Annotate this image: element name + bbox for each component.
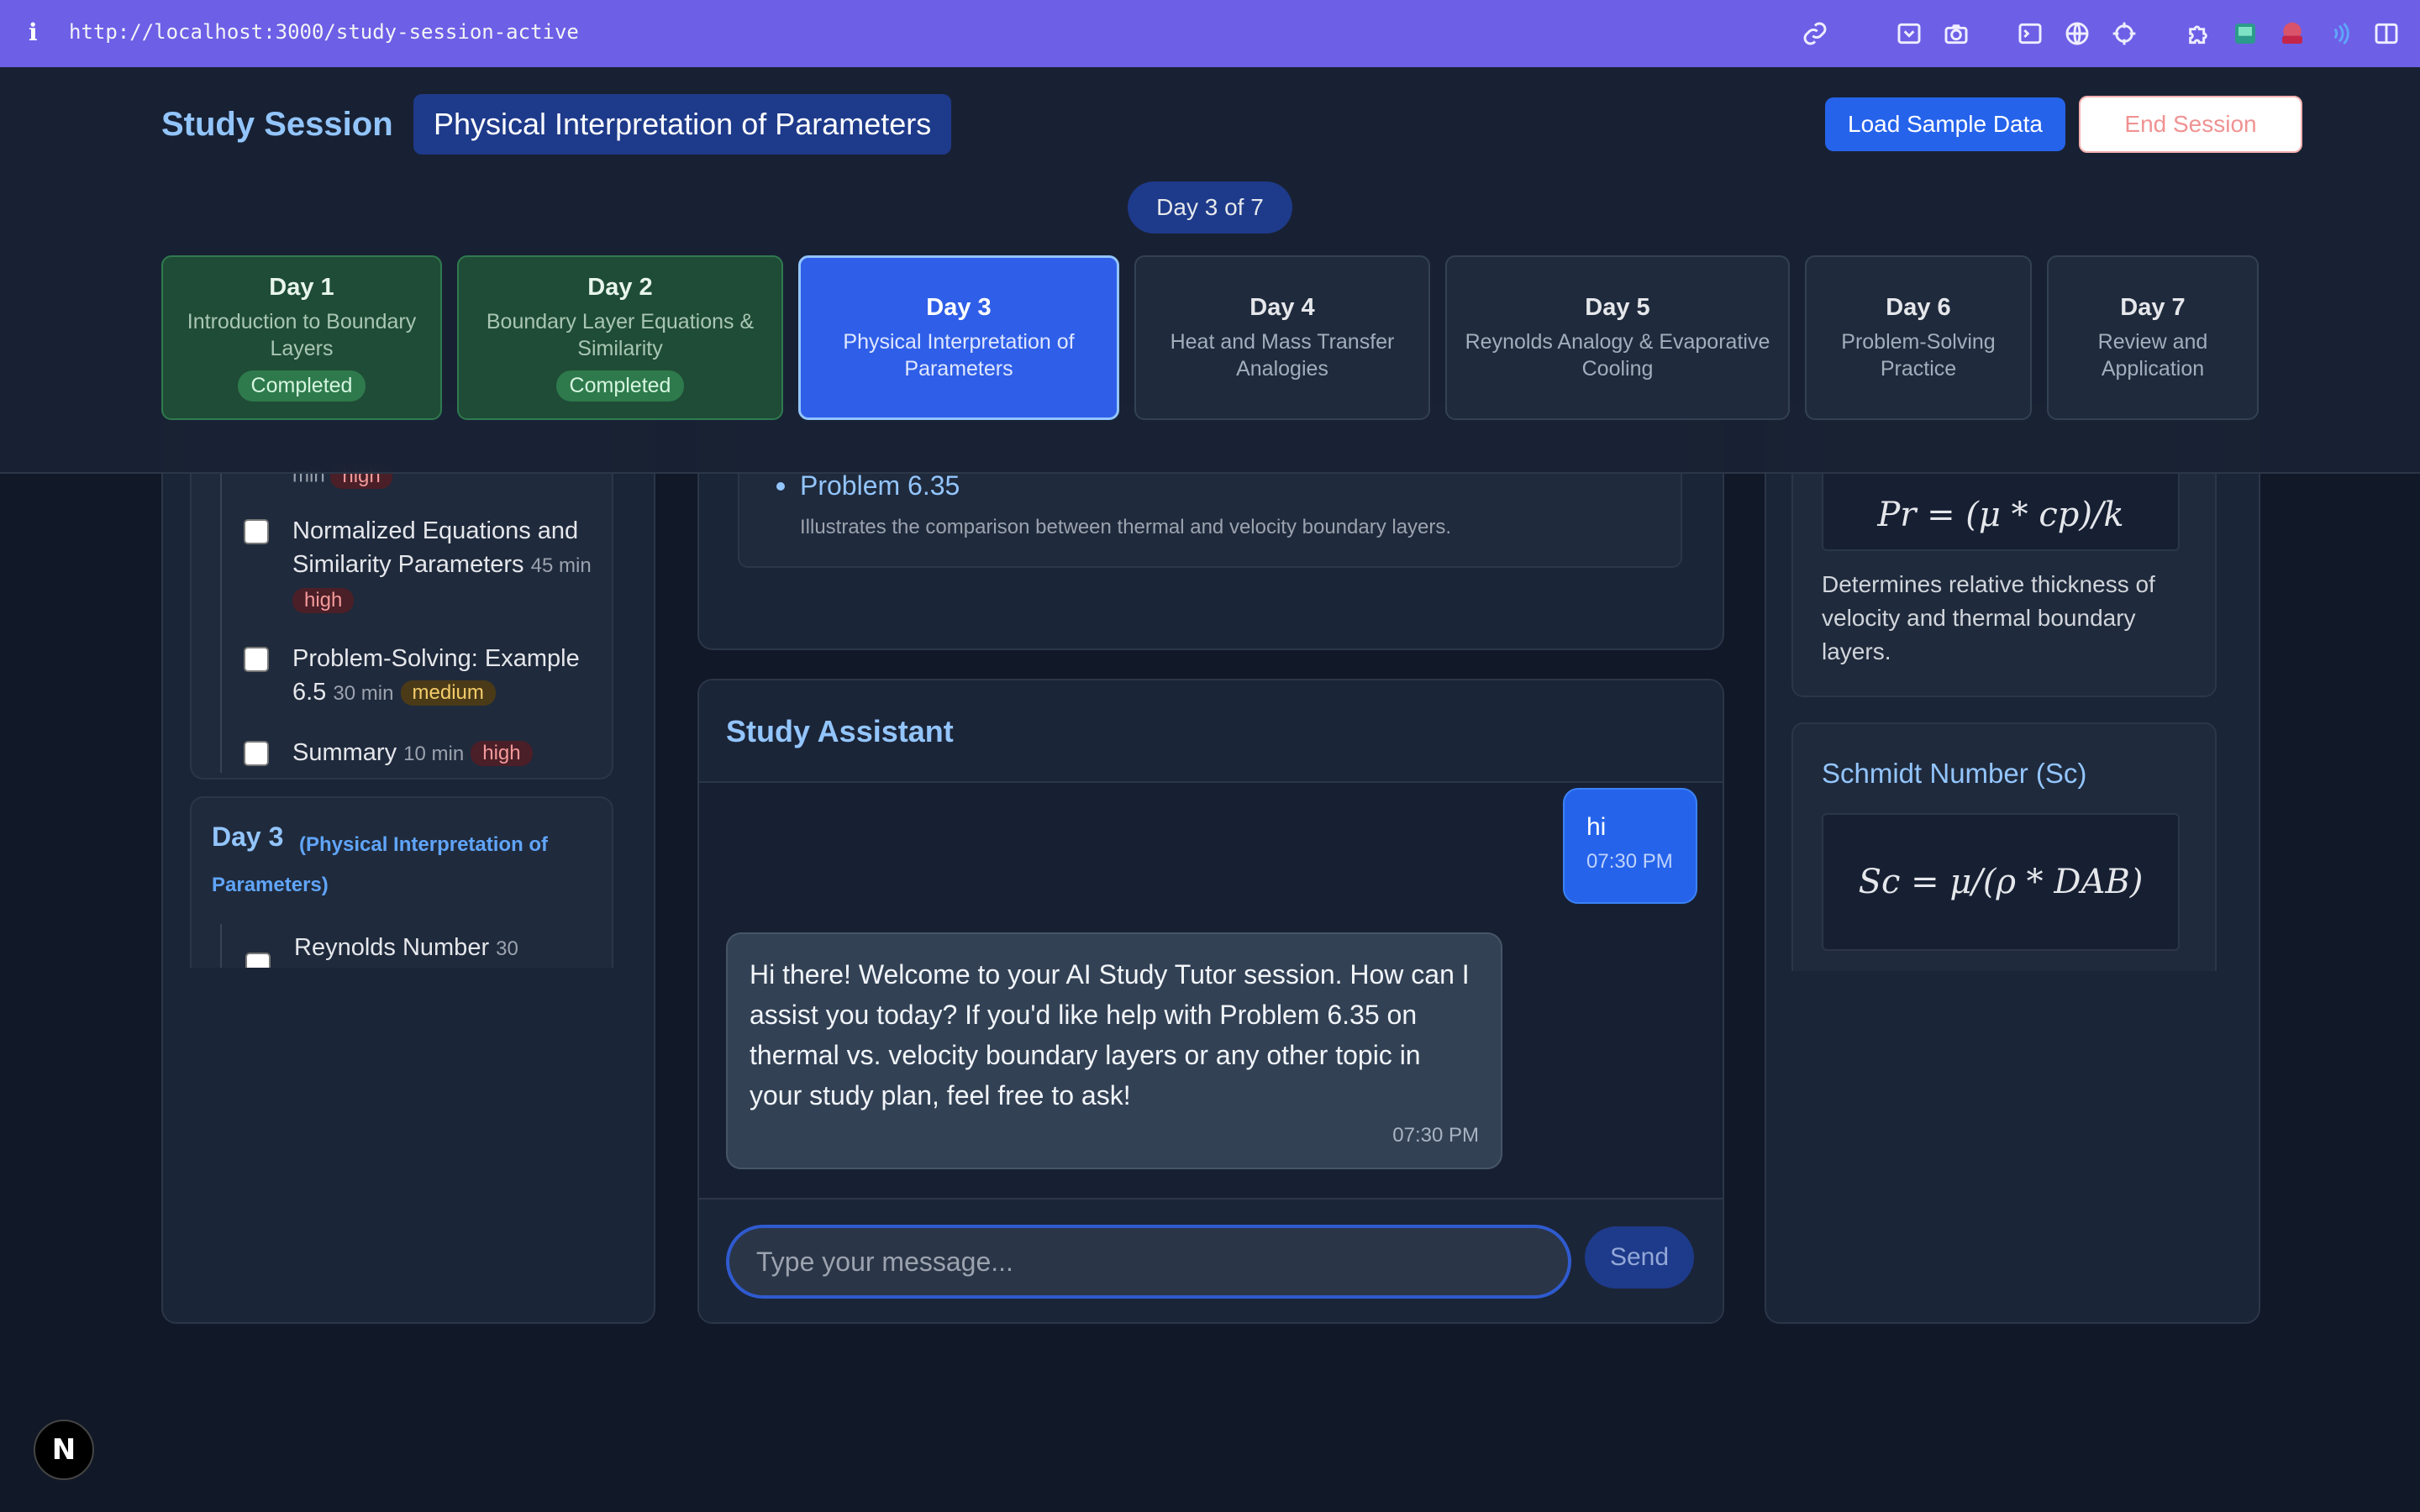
day-card-4[interactable]: Day 4 Heat and Mass Transfer Analogies xyxy=(1134,255,1430,420)
day-card-1[interactable]: Day 1 Introduction to Boundary Layers Co… xyxy=(161,255,442,420)
message-text: Hi there! Welcome to your AI Study Tutor… xyxy=(750,959,1470,1110)
day-name: Day 5 xyxy=(1585,293,1650,321)
task-duration: 30 xyxy=(496,937,518,960)
terminal-icon[interactable] xyxy=(2015,18,2045,49)
puzzle-icon[interactable] xyxy=(2183,18,2213,49)
task-item: Summary 10 min high xyxy=(244,736,533,767)
day-name: Day 4 xyxy=(1249,293,1315,321)
day-topic: Heat and Mass Transfer Analogies xyxy=(1170,329,1395,381)
task-timeline xyxy=(220,924,222,968)
day-topic: Problem-Solving Practice xyxy=(1841,329,1996,381)
camera-icon[interactable] xyxy=(1941,18,1971,49)
task-item: Reynolds Number 30 xyxy=(294,934,518,962)
browser-toolbar: i http://localhost:3000/study-session-ac… xyxy=(0,0,2420,67)
study-assistant-chat: Study Assistant hi 07:30 PM Hi there! We… xyxy=(697,679,1724,1324)
task-checkbox[interactable] xyxy=(244,519,269,544)
completed-badge: Completed xyxy=(237,370,366,402)
priority-badge: high xyxy=(292,588,355,614)
chat-input-bar: Send xyxy=(699,1198,1723,1322)
wave-icon[interactable] xyxy=(2324,18,2354,49)
chat-header: Study Assistant xyxy=(699,680,1723,783)
formula-text: Sc = μ/(ρ * DAB) xyxy=(1858,863,2144,901)
day-name: Day 6 xyxy=(1886,293,1951,321)
day-topic: Reynolds Analogy & Evaporative Cooling xyxy=(1465,329,1770,381)
crosshair-icon[interactable] xyxy=(2109,18,2139,49)
formula-title: Schmidt Number (Sc) xyxy=(1822,758,2087,789)
prandtl-description: Determines relative thickness of velocit… xyxy=(1822,571,2155,664)
priority-badge: high xyxy=(471,741,533,767)
message-input[interactable] xyxy=(726,1225,1571,1299)
day-name: Day 2 xyxy=(587,274,653,301)
page-title: Study Session xyxy=(161,106,393,143)
nextjs-logo-icon[interactable]: N xyxy=(34,1420,94,1480)
task-timeline xyxy=(220,470,222,773)
task-checkbox[interactable] xyxy=(245,953,271,968)
day-card-2[interactable]: Day 2 Boundary Layer Equations & Similar… xyxy=(457,255,783,420)
assistant-message: Hi there! Welcome to your AI Study Tutor… xyxy=(726,932,1502,1169)
problem-description: Illustrates the comparison between therm… xyxy=(800,516,1452,538)
task-title: Reynolds Number xyxy=(294,934,490,961)
day-name: Day 7 xyxy=(2120,293,2186,321)
priority-badge: medium xyxy=(400,680,496,706)
schmidt-formula: Sc = μ/(ρ * DAB) xyxy=(1822,813,2180,951)
sidebar-icon[interactable] xyxy=(2371,18,2402,49)
day-topic: Introduction to Boundary Layers xyxy=(187,310,417,360)
task-title: Summary xyxy=(292,739,397,766)
link-icon[interactable] xyxy=(1800,18,1830,49)
load-sample-data-button[interactable]: Load Sample Data xyxy=(1825,97,2065,151)
info-icon[interactable]: i xyxy=(29,18,38,46)
day-card-6[interactable]: Day 6 Problem-Solving Practice xyxy=(1805,255,2032,420)
user-message: hi 07:30 PM xyxy=(1563,788,1697,904)
task-duration: 45 min xyxy=(530,554,592,577)
task-checkbox[interactable] xyxy=(244,741,269,766)
task-duration: 30 min xyxy=(333,682,394,705)
message-text: hi xyxy=(1586,813,1607,841)
day-topic: Physical Interpretation of Parameters xyxy=(843,329,1075,381)
formula-text: Pr = (μ * cp)/k xyxy=(1877,496,2124,534)
message-time: 07:30 PM xyxy=(1586,850,1673,873)
extension-icon[interactable] xyxy=(2230,18,2260,49)
day-topic: Review and Application xyxy=(2097,329,2208,381)
day-card-5[interactable]: Day 5 Reynolds Analogy & Evaporative Coo… xyxy=(1445,255,1790,420)
task-duration: 10 min xyxy=(403,743,465,765)
day-name: Day 3 xyxy=(926,293,992,321)
task-item: Normalized Equations and Similarity Para… xyxy=(244,514,592,614)
day-title: Day 3 xyxy=(212,822,284,852)
day-name: Day 1 xyxy=(269,274,334,301)
day-3-task-group: (Physical Interpretation of Parameters) … xyxy=(190,796,613,968)
end-session-button[interactable]: End Session xyxy=(2079,96,2302,153)
day-progress-badge: Day 3 of 7 xyxy=(1128,181,1292,234)
day-topic: Boundary Layer Equations & Similarity xyxy=(486,310,755,360)
extension-new-icon[interactable] xyxy=(2277,18,2307,49)
chat-title: Study Assistant xyxy=(726,714,954,748)
send-button[interactable]: Send xyxy=(1585,1226,1694,1289)
bullet-icon xyxy=(776,482,785,491)
day-card-7[interactable]: Day 7 Review and Application xyxy=(2047,255,2259,420)
globe-icon[interactable] xyxy=(2062,18,2092,49)
current-topic: Physical Interpretation of Parameters xyxy=(413,94,952,155)
task-checkbox[interactable] xyxy=(244,647,269,672)
problem-link[interactable]: Problem 6.35 xyxy=(800,470,960,501)
message-time: 07:30 PM xyxy=(1392,1124,1479,1147)
completed-badge: Completed xyxy=(555,370,685,402)
day-card-3[interactable]: Day 3 Physical Interpretation of Paramet… xyxy=(798,255,1119,420)
task-item: Problem-Solving: Example 6.5 30 min medi… xyxy=(244,642,580,706)
address-bar[interactable]: http://localhost:3000/study-session-acti… xyxy=(69,20,579,44)
session-header: Study Session Physical Interpretation of… xyxy=(0,67,2420,474)
screenshot-icon[interactable] xyxy=(1894,18,1924,49)
